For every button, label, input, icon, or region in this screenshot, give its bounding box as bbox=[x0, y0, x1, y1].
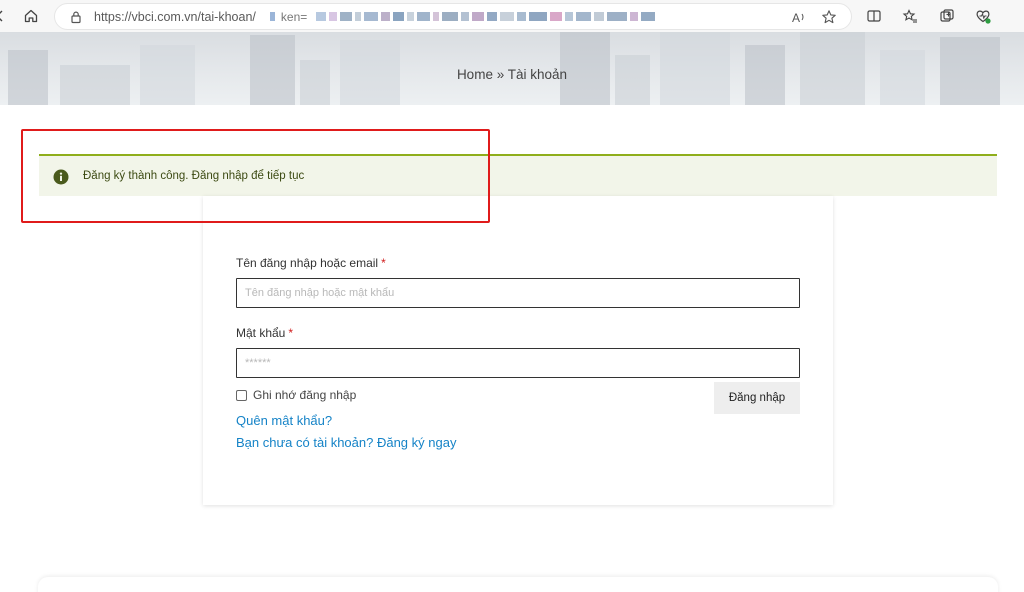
username-label: Tên đăng nhập hoặc email * bbox=[236, 256, 386, 270]
svg-text:A: A bbox=[792, 11, 800, 25]
password-input[interactable] bbox=[236, 348, 800, 378]
breadcrumb-current: Tài khoản bbox=[507, 67, 568, 82]
redacted-block bbox=[269, 12, 275, 21]
required-mark: * bbox=[381, 256, 386, 270]
password-label: Mật khẩu * bbox=[236, 326, 293, 340]
breadcrumb-separator: » bbox=[496, 67, 505, 82]
split-screen-icon[interactable] bbox=[862, 4, 886, 28]
home-icon[interactable] bbox=[19, 4, 43, 28]
breadcrumb-home-link[interactable]: Home bbox=[457, 67, 493, 82]
required-mark: * bbox=[288, 326, 294, 340]
register-link[interactable]: Bạn chưa có tài khoản? Đăng ký ngay bbox=[236, 435, 456, 450]
read-aloud-icon[interactable]: A bbox=[791, 9, 807, 25]
remember-label: Ghi nhớ đăng nhập bbox=[253, 388, 357, 402]
address-bar[interactable]: https://vbci.com.vn/tai-khoan/ ken= A bbox=[54, 3, 852, 30]
redacted-url-segment bbox=[313, 12, 656, 21]
username-label-text: Tên đăng nhập hoặc email bbox=[236, 256, 379, 270]
login-card: Tên đăng nhập hoặc email* Mật khẩu* Ghi … bbox=[203, 196, 833, 505]
lock-icon[interactable] bbox=[69, 10, 83, 24]
username-input[interactable] bbox=[236, 278, 800, 308]
browser-toolbar: https://vbci.com.vn/tai-khoan/ ken= A bbox=[0, 0, 1024, 32]
health-icon[interactable] bbox=[971, 4, 995, 28]
remember-me[interactable]: Ghi nhớ đăng nhập bbox=[236, 388, 356, 402]
password-label-text: Mật khẩu bbox=[236, 326, 286, 340]
footer-card bbox=[38, 577, 998, 592]
back-icon[interactable] bbox=[0, 4, 12, 28]
login-button[interactable]: Đăng nhập bbox=[714, 382, 800, 414]
page-header-banner: Home » Tài khoản bbox=[0, 32, 1024, 105]
breadcrumb: Home » Tài khoản bbox=[0, 67, 1024, 82]
favorites-icon[interactable] bbox=[898, 4, 922, 28]
url-text: https://vbci.com.vn/tai-khoan/ bbox=[94, 9, 256, 24]
collections-icon[interactable] bbox=[935, 4, 959, 28]
remember-checkbox[interactable] bbox=[236, 389, 247, 401]
favorite-star-icon[interactable] bbox=[821, 9, 837, 25]
highlight-annotation-box bbox=[21, 129, 490, 223]
forgot-password-link[interactable]: Quên mật khẩu? bbox=[236, 413, 332, 428]
url-tail-text: ken= bbox=[280, 9, 308, 24]
